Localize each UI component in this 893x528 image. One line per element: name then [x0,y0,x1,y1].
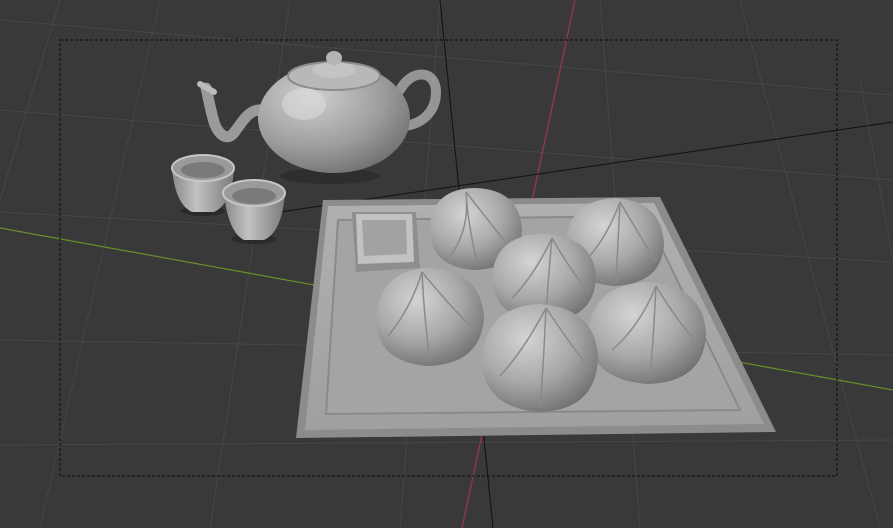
viewport-scene[interactable] [0,0,893,528]
bun[interactable] [588,282,706,384]
bun[interactable] [482,304,598,412]
teapot[interactable] [197,51,442,184]
bun[interactable] [376,268,484,366]
3d-viewport[interactable] [0,0,893,528]
teacup[interactable] [171,154,235,216]
teacup[interactable] [222,179,286,244]
sauce-dish[interactable] [352,212,420,272]
